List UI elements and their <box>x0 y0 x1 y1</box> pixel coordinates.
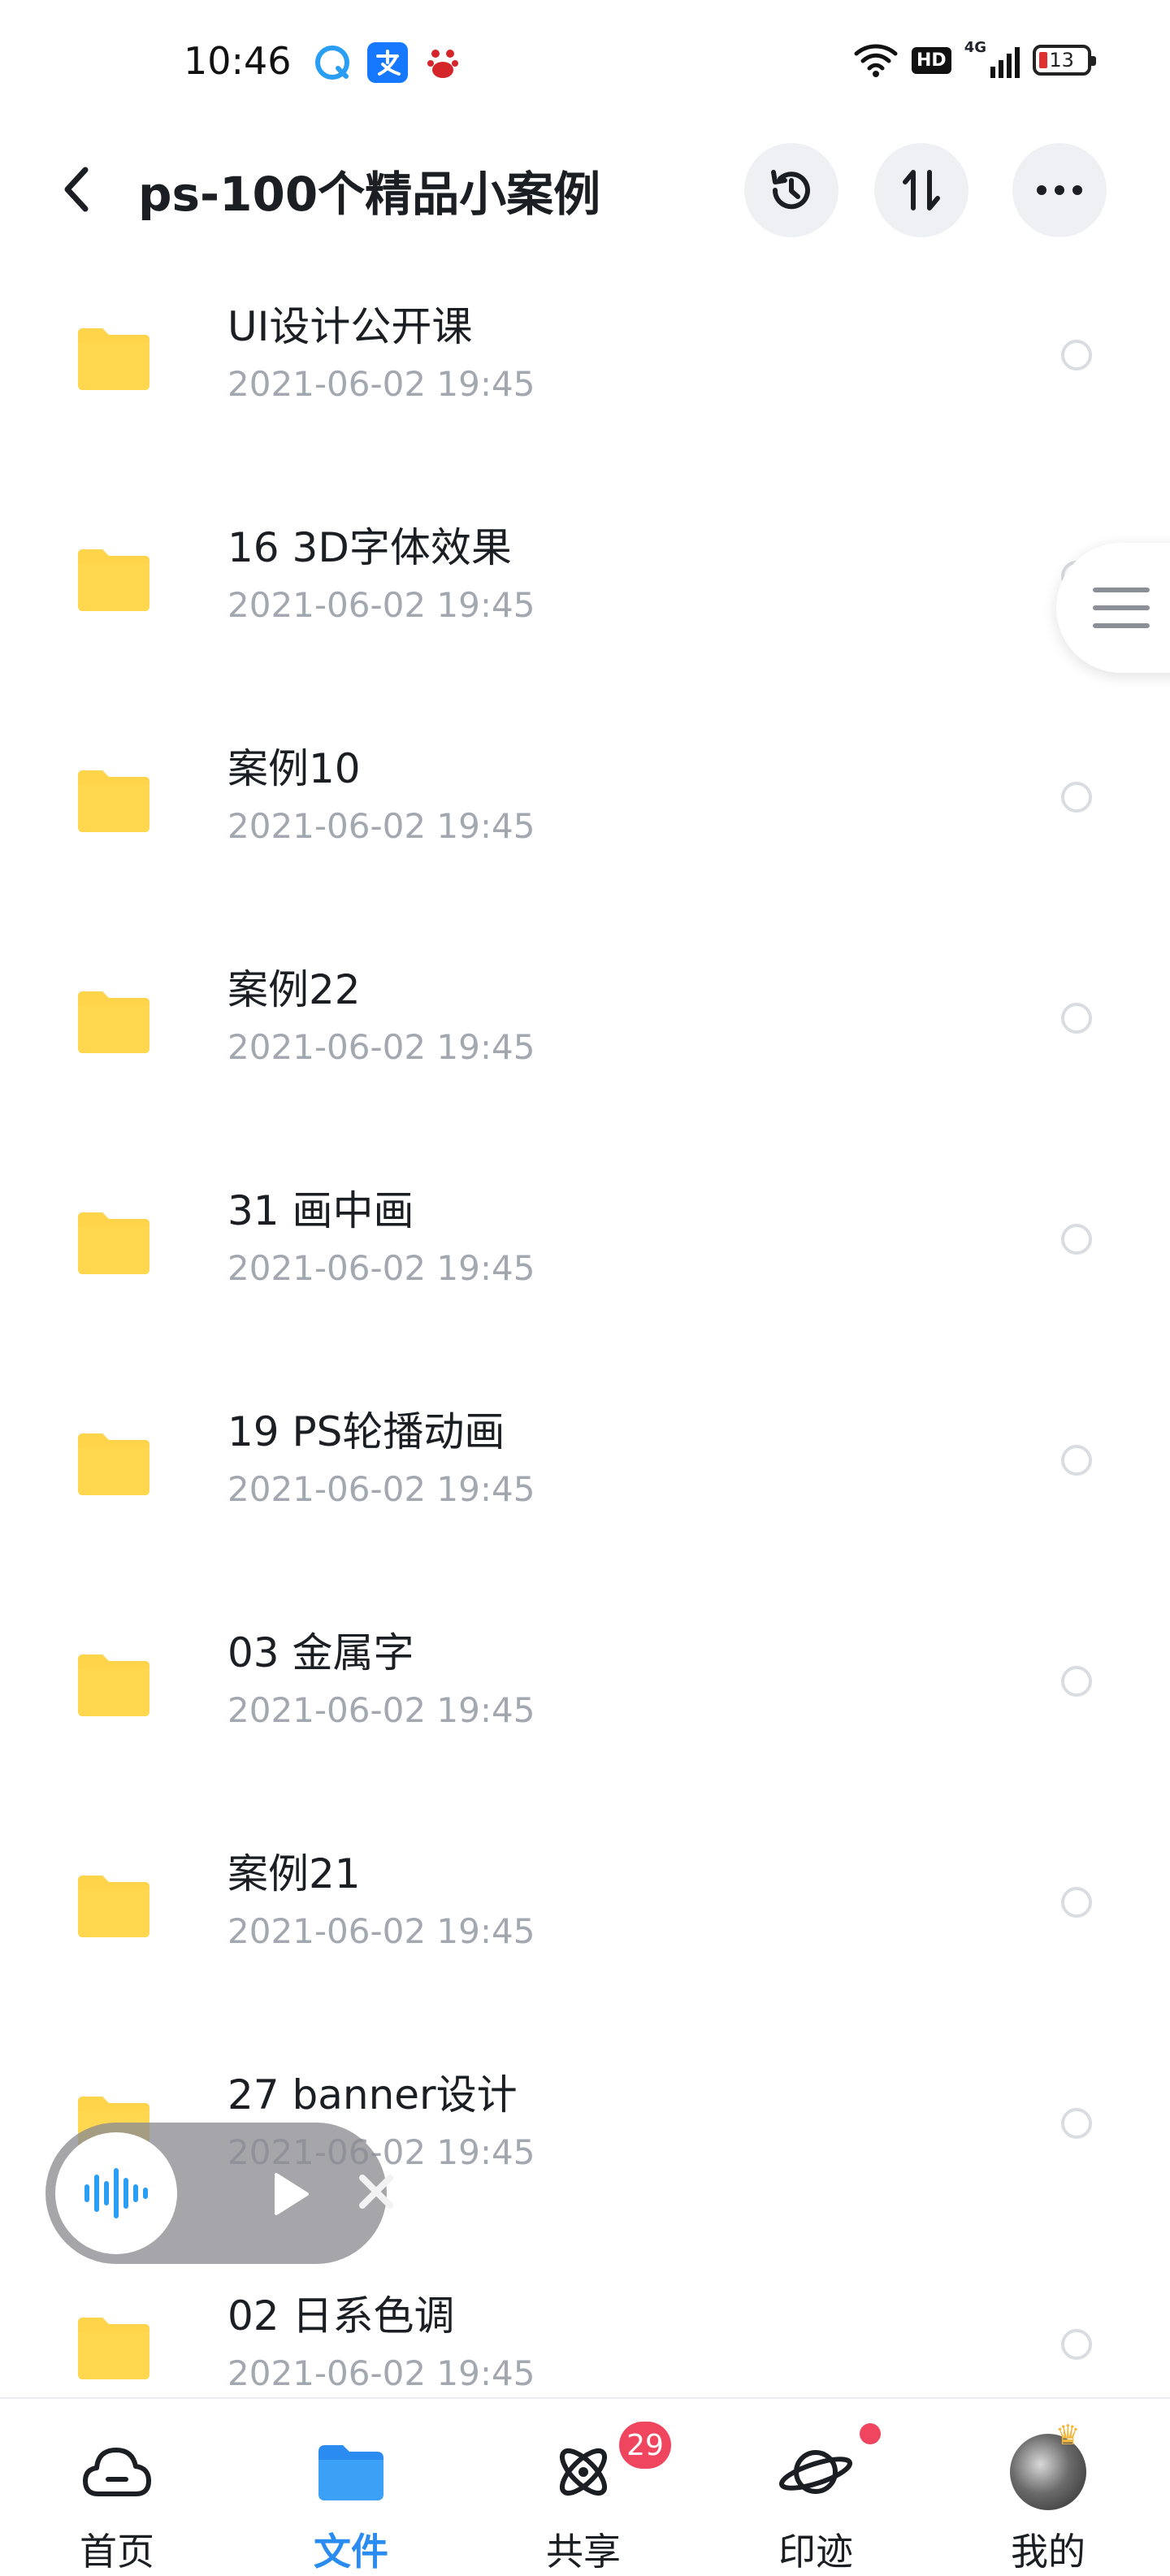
more-button[interactable] <box>1012 143 1107 237</box>
select-radio[interactable] <box>1061 2108 1092 2139</box>
file-date: 2021-06-02 19:45 <box>228 1027 535 1067</box>
header-bar: ps-100个精品小案例 <box>0 138 1170 244</box>
file-date: 2021-06-02 19:45 <box>228 1911 535 1951</box>
battery-level: 13 <box>1049 49 1074 72</box>
file-row[interactable]: 案例21 2021-06-02 19:45 <box>0 1815 1170 2035</box>
tab-footprint[interactable]: 印迹 <box>734 2399 897 2576</box>
folder-icon <box>310 2431 392 2513</box>
file-row[interactable]: 案例10 2021-06-02 19:45 <box>0 710 1170 930</box>
tab-label: 文件 <box>314 2530 388 2574</box>
signal-icon: 4G <box>964 39 1020 78</box>
tab-home[interactable]: 首页 <box>36 2399 198 2576</box>
file-name: 02 日系色调 <box>228 2292 455 2340</box>
select-radio[interactable] <box>1061 2329 1092 2360</box>
crown-icon: ♛ <box>1055 2419 1081 2452</box>
file-date: 2021-06-02 19:45 <box>228 806 535 846</box>
red-dot-badge <box>860 2423 881 2444</box>
file-name: UI设计公开课 <box>228 303 473 350</box>
tab-share[interactable]: 29 共享 <box>502 2399 671 2576</box>
sort-button[interactable] <box>874 143 968 237</box>
select-radio[interactable] <box>1061 340 1092 371</box>
folder-icon <box>78 1433 150 1495</box>
avatar: ♛ <box>1010 2419 1086 2510</box>
cloud-icon <box>76 2431 158 2513</box>
hd-icon: HD <box>912 46 951 74</box>
page-title: ps-100个精品小案例 <box>138 167 601 222</box>
folder-icon <box>78 2318 150 2379</box>
file-date: 2021-06-02 19:45 <box>228 1690 535 1730</box>
select-radio[interactable] <box>1061 782 1092 813</box>
file-date: 2021-06-02 19:45 <box>228 2353 535 2393</box>
qq-browser-icon <box>312 42 353 83</box>
select-radio[interactable] <box>1061 1445 1092 1476</box>
tab-me[interactable]: ♛ 我的 <box>967 2399 1129 2576</box>
folder-icon <box>78 549 150 611</box>
select-radio[interactable] <box>1061 1666 1092 1697</box>
sound-wave-icon <box>84 2168 148 2218</box>
notification-badge: 29 <box>619 2422 671 2469</box>
audio-wave-button[interactable] <box>55 2132 177 2254</box>
file-row[interactable]: 19 PS轮播动画 2021-06-02 19:45 <box>0 1373 1170 1593</box>
history-icon <box>771 170 810 210</box>
orbit-icon <box>543 2431 624 2513</box>
network-type: 4G <box>964 39 986 56</box>
file-row[interactable]: 16 3D字体效果 2021-06-02 19:45 <box>0 489 1170 709</box>
file-row[interactable]: 31 画中画 2021-06-02 19:45 <box>0 1152 1170 1372</box>
more-icon <box>1037 185 1082 195</box>
select-radio[interactable] <box>1061 1224 1092 1255</box>
file-name: 案例21 <box>228 1850 361 1897</box>
file-name: 案例22 <box>228 966 361 1013</box>
folder-icon <box>78 770 150 832</box>
menu-lines-icon <box>1093 588 1150 628</box>
chevron-left-icon <box>64 167 89 212</box>
file-name: 16 3D字体效果 <box>228 524 512 571</box>
file-date: 2021-06-02 19:45 <box>228 585 535 625</box>
battery-indicator: 13 <box>1032 45 1096 76</box>
file-name: 19 PS轮播动画 <box>228 1408 505 1455</box>
sort-icon <box>903 170 940 210</box>
tab-label: 我的 <box>1011 2530 1086 2574</box>
folder-icon <box>78 991 150 1053</box>
file-name: 27 banner设计 <box>228 2071 518 2118</box>
avatar-wrapper: ♛ <box>1008 2419 1089 2513</box>
play-icon[interactable] <box>265 2170 314 2218</box>
status-app-icons <box>312 42 463 83</box>
tab-files[interactable]: 文件 <box>270 2399 432 2576</box>
baidu-icon <box>422 42 463 83</box>
select-radio[interactable] <box>1061 1003 1092 1034</box>
file-name: 31 画中画 <box>228 1187 414 1234</box>
status-bar: 10:46 HD 4G 13 <box>0 0 1170 130</box>
status-indicators: HD 4G 13 <box>853 39 1096 78</box>
file-date: 2021-06-02 19:45 <box>228 1248 535 1288</box>
file-name: 案例10 <box>228 745 361 792</box>
select-radio[interactable] <box>1061 1887 1092 1918</box>
folder-icon <box>78 1876 150 1937</box>
planet-icon <box>775 2431 856 2513</box>
alipay-icon <box>367 42 408 83</box>
folder-icon <box>78 1212 150 1274</box>
file-date: 2021-06-02 19:45 <box>228 364 535 404</box>
close-icon[interactable] <box>356 2171 396 2212</box>
file-row[interactable]: 案例22 2021-06-02 19:45 <box>0 931 1170 1151</box>
file-name: 03 金属字 <box>228 1629 414 1676</box>
history-button[interactable] <box>744 143 838 237</box>
folder-icon <box>78 1654 150 1716</box>
tab-label: 首页 <box>80 2530 154 2574</box>
file-row[interactable]: UI设计公开课 2021-06-02 19:45 <box>0 268 1170 488</box>
folder-icon <box>78 328 150 390</box>
tab-label: 共享 <box>546 2530 621 2574</box>
file-date: 2021-06-02 19:45 <box>228 1469 535 1509</box>
status-time: 10:46 <box>184 39 292 83</box>
bottom-tab-bar: 首页 文件 29 共享 印迹 ♛ 我的 <box>0 2397 1170 2576</box>
tab-label: 印迹 <box>778 2530 853 2574</box>
file-row[interactable]: 03 金属字 2021-06-02 19:45 <box>0 1594 1170 1814</box>
back-button[interactable] <box>49 161 106 218</box>
wifi-icon <box>854 44 898 77</box>
audio-mini-player <box>46 2123 393 2264</box>
